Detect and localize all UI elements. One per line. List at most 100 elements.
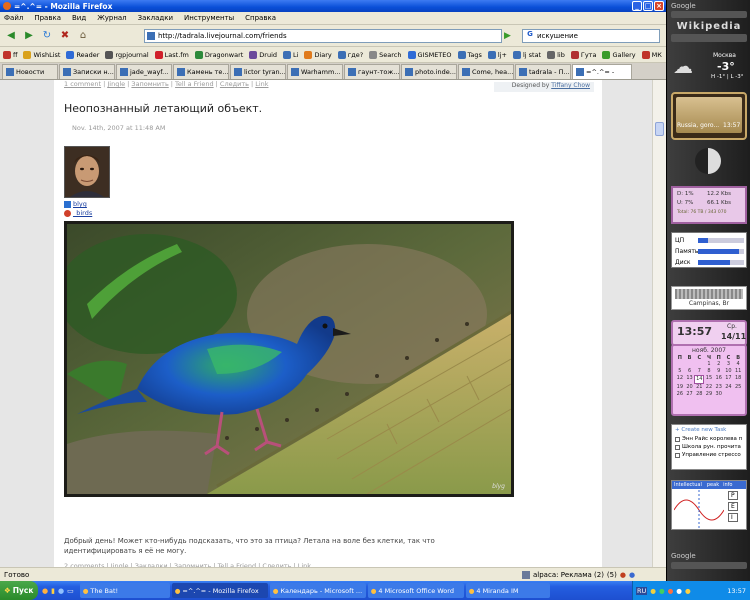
calendar-day[interactable]: 25 <box>733 384 743 391</box>
google-bottom-gadget[interactable]: Google <box>671 552 747 572</box>
calendar-day[interactable]: 8 <box>704 368 714 375</box>
wikipedia-search-field[interactable] <box>671 34 747 42</box>
bookmark-6[interactable]: Druid <box>249 50 277 59</box>
track-link[interactable]: Следить <box>220 80 249 88</box>
tray-icon[interactable]: ● <box>650 587 656 595</box>
calendar-day[interactable]: 9 <box>714 368 724 375</box>
checkbox-icon[interactable] <box>675 444 680 450</box>
calendar-day[interactable]: 7 <box>694 368 704 375</box>
designer-link[interactable]: Tiffany Chow <box>551 82 590 89</box>
bookmark-8[interactable]: Diary <box>304 50 332 59</box>
menu-view[interactable]: Вид <box>72 14 86 22</box>
firefox-launch-icon[interactable]: ● <box>42 587 48 595</box>
location-gadget[interactable]: Campinas, Br <box>671 286 747 310</box>
google-bottom-search[interactable] <box>671 562 747 569</box>
calendar-day[interactable]: 16 <box>714 375 724 384</box>
create-task-link[interactable]: + Create new Task <box>672 425 746 435</box>
scroll-thumb[interactable] <box>655 122 664 136</box>
bookmark-10[interactable]: Search <box>369 50 402 59</box>
close-button[interactable]: × <box>654 1 664 11</box>
task-item[interactable]: Школа рун. прочита <box>672 443 746 451</box>
calendar-day[interactable]: 11 <box>733 368 743 375</box>
google-search-icon[interactable]: G <box>523 30 537 42</box>
bookmark-17[interactable]: Gallery <box>602 50 636 59</box>
vertical-scrollbar[interactable] <box>652 80 666 598</box>
tab-10[interactable]: =^.^= - <box>572 63 632 79</box>
reload-icon[interactable]: ↻ <box>40 29 54 43</box>
calendar-day[interactable]: 14 <box>694 375 705 384</box>
wikipedia-gadget[interactable]: Wikipedia <box>671 20 747 48</box>
forward-button[interactable]: ▶ <box>22 29 36 43</box>
side-i-button[interactable]: I <box>728 513 738 522</box>
community-link[interactable]: _birds <box>64 209 92 217</box>
user-link[interactable]: blyg <box>64 200 87 208</box>
tab-4[interactable]: lictor tyran... <box>230 63 286 79</box>
tray-icon[interactable]: ● <box>620 571 626 579</box>
bookmark-0[interactable]: ff <box>3 50 17 59</box>
permalink[interactable]: Link <box>255 80 268 88</box>
tab-2[interactable]: jade_wayf... <box>116 63 172 79</box>
world-clock-gadget[interactable]: Russia, goro... 13:57 <box>671 92 747 140</box>
tab-info[interactable]: info <box>723 482 732 488</box>
google-gadget[interactable]: Google <box>671 2 747 18</box>
menu-tools[interactable]: Инструменты <box>184 14 234 22</box>
calendar-day[interactable]: 4 <box>733 361 743 368</box>
bookmark-16[interactable]: Гута <box>570 50 596 59</box>
side-p-button[interactable]: P <box>728 491 738 500</box>
memory-link[interactable]: Запомнить <box>131 80 168 88</box>
tray-icon[interactable]: ● <box>668 587 674 595</box>
comments-link[interactable]: 1 comment <box>64 80 101 88</box>
window-title-bar[interactable]: =^.^= - Mozilla Firefox _ □ × <box>0 0 666 12</box>
bookmark-15[interactable]: lib <box>547 50 565 59</box>
bookmark-13[interactable]: lj+ <box>487 50 507 59</box>
checkbox-icon[interactable] <box>675 436 680 442</box>
network-meter-gadget[interactable]: D: 1% 12.2 Kbs U: 7% 66.1 Kbs Total: 76 … <box>671 186 747 224</box>
calendar-day[interactable]: 12 <box>675 375 685 384</box>
tray-clock[interactable]: 13:57 <box>727 587 750 595</box>
weather-gadget[interactable]: ☁ Москва -3° H -1° | L -3° <box>671 50 747 88</box>
menu-file[interactable]: Файл <box>4 14 23 22</box>
task-button-1[interactable]: ● =^.^= - Mozilla Firefox <box>171 583 268 598</box>
url-input[interactable]: http://tadrala.livejournal.com/friends <box>144 29 502 43</box>
bookmark-18[interactable]: МК <box>641 50 662 59</box>
calendar-day[interactable]: 27 <box>685 391 695 398</box>
ie-launch-icon[interactable]: ● <box>58 587 64 595</box>
tab-intellectual[interactable]: Intellectual <box>674 482 702 488</box>
task-button-0[interactable]: ● The Bat! <box>79 583 170 598</box>
bookmark-12[interactable]: Tags <box>457 50 482 59</box>
task-button-2[interactable]: ● Календарь - Microsoft ... <box>269 583 366 598</box>
tray-icon[interactable]: ● <box>659 587 665 595</box>
calendar-day[interactable]: 23 <box>714 384 724 391</box>
calendar-day[interactable]: 10 <box>724 368 734 375</box>
calendar-day[interactable]: 26 <box>675 391 685 398</box>
bookmark-9[interactable]: где? <box>337 50 363 59</box>
tell-friend-link[interactable]: Tell a Friend <box>175 80 214 88</box>
menu-help[interactable]: Справка <box>245 14 276 22</box>
calendar-day[interactable]: 20 <box>685 384 695 391</box>
bookmark-14[interactable]: lj stat <box>512 50 541 59</box>
bookmark-4[interactable]: Last.fm <box>154 50 189 59</box>
tab-9[interactable]: tadrala - П... <box>515 63 571 79</box>
language-indicator[interactable]: RU <box>636 586 648 595</box>
side-e-button[interactable]: E <box>728 502 738 511</box>
menu-history[interactable]: Журнал <box>97 14 126 22</box>
bookmark-7[interactable]: Li <box>283 50 298 59</box>
calendar-day[interactable]: 17 <box>724 375 734 384</box>
task-button-4[interactable]: ● 4 Miranda IM <box>465 583 550 598</box>
calendar-day[interactable]: 29 <box>704 391 714 398</box>
jingle-link[interactable]: Jingle <box>107 80 125 88</box>
task-item[interactable]: Управление стрессо <box>672 451 746 459</box>
tab-6[interactable]: гаунт-тож... <box>344 63 400 79</box>
task-item[interactable]: Энн Райс королева п <box>672 435 746 443</box>
folder-launch-icon[interactable]: ▮ <box>51 587 55 595</box>
bookmark-3[interactable]: rgpjournal <box>105 50 149 59</box>
calendar-day[interactable] <box>724 391 734 398</box>
calendar-day[interactable]: 2 <box>714 361 724 368</box>
back-button[interactable]: ◀ <box>4 29 18 43</box>
checkbox-icon[interactable] <box>675 452 680 458</box>
start-button[interactable]: ❖ Пуск <box>0 581 38 600</box>
minimize-button[interactable]: _ <box>632 1 642 11</box>
bookmark-11[interactable]: GISMETEO <box>407 50 452 59</box>
calendar-day[interactable] <box>694 361 704 368</box>
tray-icon[interactable]: ● <box>685 587 691 595</box>
